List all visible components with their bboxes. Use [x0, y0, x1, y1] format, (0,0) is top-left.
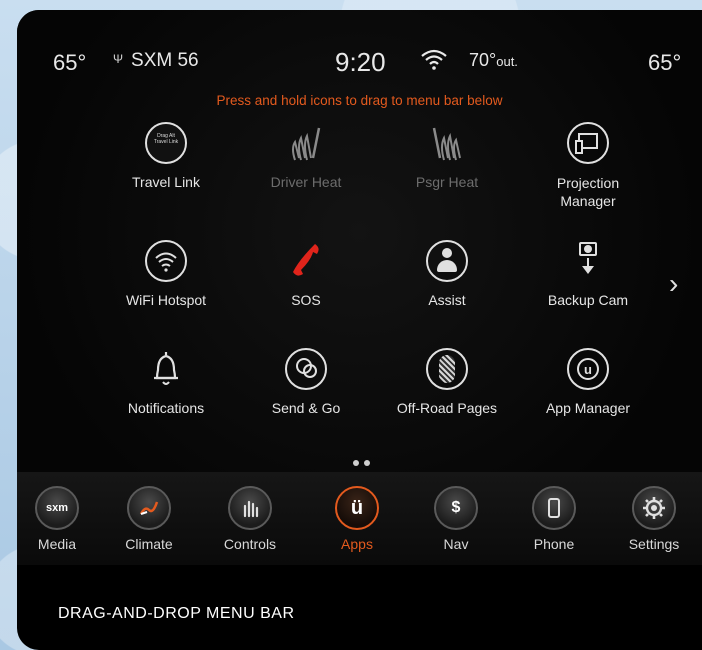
page-dot: [353, 460, 359, 466]
app-driver-heat[interactable]: Driver Heat: [236, 120, 376, 190]
app-manager-icon: u: [565, 346, 611, 392]
climate-icon: [127, 486, 171, 530]
controls-icon: [228, 486, 272, 530]
menubar-phone[interactable]: Phone: [514, 486, 594, 552]
app-assist[interactable]: Assist: [377, 238, 517, 308]
apps-screen: 65° Ψ SXM 56 9:20 70°out. 65° Press and h…: [17, 10, 702, 565]
next-page-chevron-icon[interactable]: ›: [669, 268, 678, 300]
app-label: Driver Heat: [270, 174, 342, 190]
menubar-label: Phone: [533, 536, 575, 552]
radio-station[interactable]: Ψ SXM 56: [113, 50, 199, 72]
menubar-label: Media: [37, 536, 77, 552]
sxm-icon: sxm: [35, 486, 79, 530]
apps-icon: ü: [335, 486, 379, 530]
sos-phone-icon: [283, 238, 329, 284]
passenger-temperature[interactable]: 65°: [648, 50, 681, 76]
bell-icon: [143, 346, 189, 392]
app-label: Notifications: [127, 400, 205, 416]
off-road-pages-icon: [424, 346, 470, 392]
outside-temperature-value: 70°: [469, 50, 497, 70]
backup-camera-icon: [565, 238, 611, 284]
passenger-heat-icon: [424, 120, 470, 166]
menubar-label: Climate: [125, 536, 173, 552]
wifi-hotspot-icon: [143, 238, 189, 284]
driver-temperature[interactable]: 65°: [53, 50, 86, 76]
app-label: Backup Cam: [547, 292, 629, 308]
menu-bar: sxm Media Climate Controls ü Apps $ Nav …: [17, 472, 702, 565]
app-label: WiFi Hotspot: [125, 292, 207, 308]
outside-temperature: 70°out.: [469, 50, 518, 71]
page-indicator: [353, 453, 375, 471]
infotainment-frame: 65° Ψ SXM 56 9:20 70°out. 65° Press and h…: [17, 10, 702, 650]
menubar-label: Settings: [628, 536, 680, 552]
phone-icon: [532, 486, 576, 530]
page-dot: [364, 460, 370, 466]
nav-icon: $: [434, 486, 478, 530]
app-label: Psgr Heat: [415, 174, 479, 190]
app-label: Assist: [428, 292, 466, 308]
radio-station-label: SXM 56: [131, 50, 199, 71]
travel-link-icon: Drag Alt Travel Link: [143, 120, 189, 166]
menubar-label: Nav: [443, 536, 469, 552]
app-label: Send & Go: [271, 400, 341, 416]
menubar-climate[interactable]: Climate: [109, 486, 189, 552]
menubar-label: Apps: [341, 536, 373, 552]
travel-link-icon-text: Drag Alt Travel Link: [153, 133, 179, 145]
app-sos[interactable]: SOS: [236, 238, 376, 308]
app-app-manager[interactable]: u App Manager: [518, 346, 658, 416]
app-label: Travel Link: [132, 174, 200, 190]
clock: 9:20: [335, 47, 386, 77]
antenna-icon: Ψ: [113, 52, 124, 66]
figure-caption: DRAG-AND-DROP MENU BAR: [58, 605, 295, 622]
menubar-nav[interactable]: $ Nav: [416, 486, 496, 552]
app-backup-cam[interactable]: Backup Cam: [518, 238, 658, 308]
projection-manager-icon: [565, 120, 611, 166]
wifi-status-icon: [420, 48, 448, 76]
app-notifications[interactable]: Notifications: [96, 346, 236, 416]
app-projection-manager[interactable]: Projection Manager: [518, 120, 658, 210]
drag-instruction: Press and hold icons to drag to menu bar…: [216, 93, 503, 108]
menubar-media[interactable]: sxm Media: [17, 486, 97, 552]
menubar-settings[interactable]: Settings: [614, 486, 694, 552]
outside-label: out.: [496, 54, 518, 69]
menubar-label: Controls: [223, 536, 277, 552]
send-and-go-icon: [283, 346, 329, 392]
app-off-road-pages[interactable]: Off-Road Pages: [377, 346, 517, 416]
app-send-and-go[interactable]: Send & Go: [236, 346, 376, 416]
app-passenger-heat[interactable]: Psgr Heat: [377, 120, 517, 190]
app-travel-link[interactable]: Drag Alt Travel Link Travel Link: [96, 120, 236, 190]
menubar-controls[interactable]: Controls: [210, 486, 290, 552]
assist-icon: [424, 238, 470, 284]
app-label: SOS: [291, 292, 321, 308]
menubar-apps[interactable]: ü Apps: [317, 486, 397, 552]
app-label: App Manager: [545, 400, 631, 416]
status-bar: 65° Ψ SXM 56 9:20 70°out. 65°: [17, 47, 702, 90]
driver-heat-icon: [283, 120, 329, 166]
gear-icon: [632, 486, 676, 530]
app-wifi-hotspot[interactable]: WiFi Hotspot: [96, 238, 236, 308]
app-label: Projection Manager: [556, 175, 620, 209]
app-label: Off-Road Pages: [396, 400, 498, 416]
